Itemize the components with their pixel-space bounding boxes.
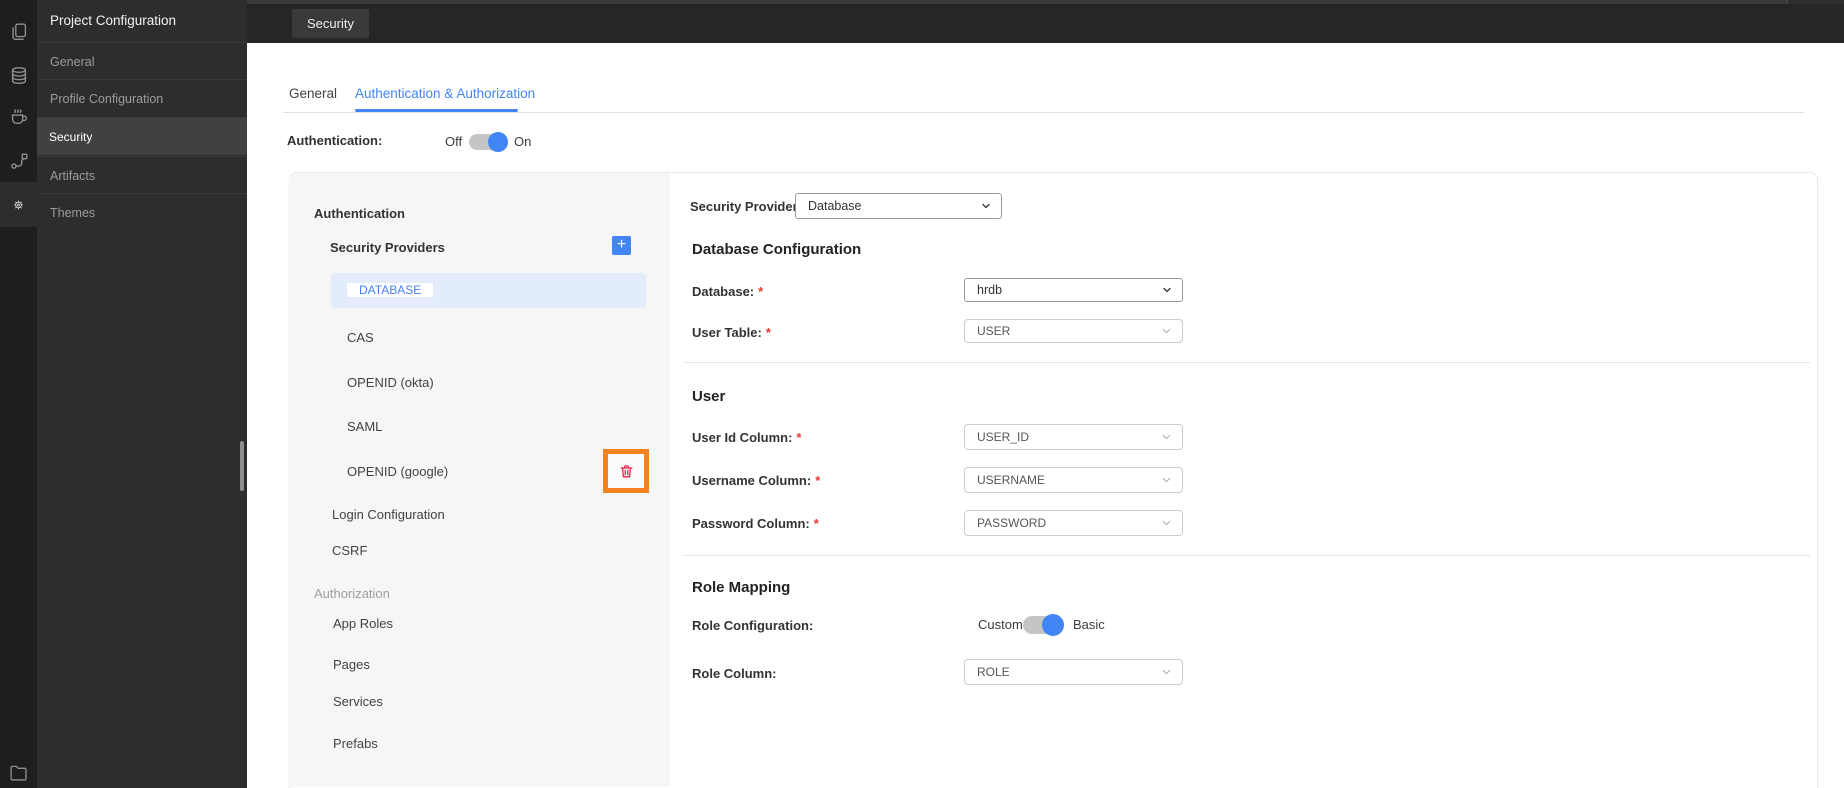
top-bar — [247, 4, 1844, 43]
role-mapping-heading: Role Mapping — [692, 579, 791, 596]
chevron-down-icon — [982, 203, 990, 209]
required-asterisk: * — [758, 284, 764, 299]
provider-item-saml[interactable]: SAML — [347, 419, 382, 434]
java-icon[interactable] — [0, 96, 37, 136]
user-id-column-value: USER_ID — [977, 430, 1030, 444]
nav-scrollbar-thumb[interactable] — [240, 441, 244, 491]
toggle-knob — [1042, 614, 1064, 636]
nav-item-artifacts[interactable]: Artifacts — [37, 156, 247, 194]
section-divider — [683, 362, 1810, 363]
password-column-label: Password Column: * — [692, 516, 819, 531]
plus-icon: + — [616, 236, 627, 253]
database-select[interactable]: hrdb — [964, 278, 1183, 302]
role-configuration-label: Role Configuration: — [692, 618, 814, 633]
subnav-section-authorization: Authorization — [314, 586, 390, 601]
role-column-select[interactable]: ROLE — [964, 659, 1183, 685]
subnav-item-pages[interactable]: Pages — [333, 657, 370, 672]
authentication-off-label: Off — [445, 134, 463, 149]
user-id-column-label: User Id Column: * — [692, 430, 802, 445]
security-provider-value: Database — [808, 199, 862, 213]
provider-item-openid-okta[interactable]: OPENID (okta) — [347, 375, 434, 390]
user-table-field-label: User Table: * — [692, 325, 771, 340]
username-column-value: USERNAME — [977, 473, 1046, 487]
required-asterisk: * — [765, 325, 771, 340]
password-column-select[interactable]: PASSWORD — [964, 510, 1183, 536]
trash-icon — [620, 464, 632, 477]
authentication-toggle[interactable] — [469, 132, 508, 152]
security-window-tab[interactable]: Security — [292, 9, 369, 38]
role-column-value: ROLE — [977, 665, 1010, 679]
section-divider — [683, 555, 1810, 556]
delete-provider-button[interactable] — [603, 449, 649, 493]
subnav-security-providers-heading: Security Providers — [330, 240, 445, 255]
database-icon[interactable] — [0, 56, 37, 96]
nav-item-general[interactable]: General — [37, 42, 247, 80]
toggle-knob — [488, 132, 508, 152]
database-value: hrdb — [977, 283, 1003, 297]
database-field-label: Database: * — [692, 284, 764, 299]
provider-item-openid-google[interactable]: OPENID (google) — [347, 464, 448, 479]
role-column-label: Role Column: — [692, 666, 777, 681]
nav-item-themes[interactable]: Themes — [37, 193, 247, 231]
chevron-down-icon — [1162, 669, 1171, 675]
required-asterisk: * — [815, 473, 821, 488]
subnav-section-authentication: Authentication — [314, 206, 405, 221]
chevron-down-icon — [1162, 328, 1171, 334]
chevron-down-icon — [1162, 477, 1171, 483]
settings-icon[interactable] — [0, 182, 37, 227]
security-provider-label: Security Provider — [690, 199, 798, 214]
provider-item-cas[interactable]: CAS — [347, 330, 374, 345]
chevron-down-icon — [1162, 434, 1171, 440]
tab-authentication-authorization[interactable]: Authentication & Authorization — [355, 86, 535, 101]
user-id-column-select[interactable]: USER_ID — [964, 424, 1183, 450]
user-heading: User — [692, 388, 726, 405]
subnav-item-prefabs[interactable]: Prefabs — [333, 736, 378, 751]
role-configuration-toggle[interactable] — [1023, 614, 1064, 636]
database-configuration-heading: Database Configuration — [692, 241, 862, 258]
subnav-item-csrf[interactable]: CSRF — [332, 543, 367, 558]
chevron-down-icon — [1163, 287, 1171, 293]
add-provider-button[interactable]: + — [612, 236, 631, 255]
password-column-value: PASSWORD — [977, 516, 1047, 530]
subnav-item-services[interactable]: Services — [333, 694, 383, 709]
subnav-item-login-configuration[interactable]: Login Configuration — [332, 507, 445, 522]
role-custom-label: Custom — [978, 617, 1023, 632]
nav-item-profile-configuration[interactable]: Profile Configuration — [37, 79, 247, 117]
authentication-label: Authentication: — [287, 133, 383, 148]
authentication-on-label: On — [514, 134, 532, 149]
username-column-label: Username Column: * — [692, 473, 821, 488]
icon-rail — [0, 0, 37, 788]
user-table-select[interactable]: USER — [964, 319, 1183, 343]
tabs-divider — [283, 112, 1804, 113]
app-window: Project Configuration General Profile Co… — [0, 0, 1844, 788]
username-column-select[interactable]: USERNAME — [964, 467, 1183, 493]
user-table-value: USER — [977, 324, 1011, 338]
nav-title: Project Configuration — [50, 13, 177, 28]
required-asterisk: * — [813, 516, 819, 531]
provider-item-database[interactable]: DATABASE — [347, 283, 434, 297]
pages-icon[interactable] — [0, 12, 37, 52]
role-basic-label: Basic — [1073, 617, 1105, 632]
project-config-nav: Project Configuration General Profile Co… — [37, 0, 247, 788]
folder-icon[interactable] — [0, 752, 37, 788]
tab-general[interactable]: General — [289, 86, 337, 101]
workflow-icon[interactable] — [0, 141, 37, 181]
chevron-down-icon — [1162, 520, 1171, 526]
nav-item-security[interactable]: Security — [37, 117, 247, 155]
subnav-item-app-roles[interactable]: App Roles — [333, 616, 393, 631]
security-provider-select[interactable]: Database — [795, 193, 1002, 219]
required-asterisk: * — [796, 430, 802, 445]
